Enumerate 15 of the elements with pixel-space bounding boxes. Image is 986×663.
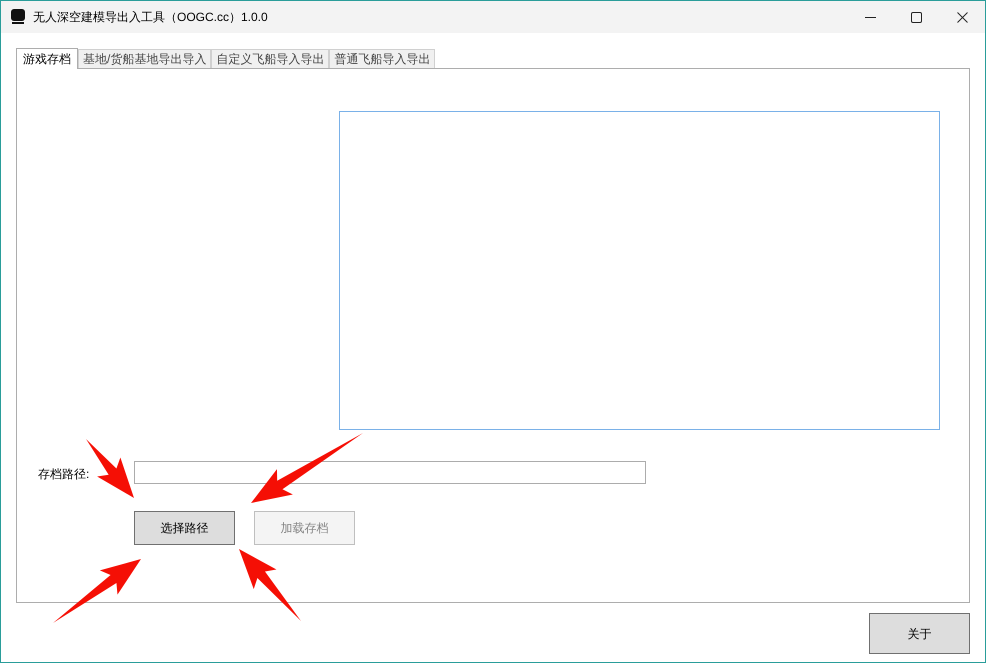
pointer-arrow bbox=[86, 439, 134, 498]
tab[interactable]: 普通飞船导入导出 bbox=[329, 49, 436, 68]
maximize-icon bbox=[910, 12, 922, 22]
tab[interactable]: 自定义飞船导入导出 bbox=[211, 49, 330, 68]
app-logo-icon bbox=[11, 9, 25, 25]
window-title: 无人深空建模导出入工具（OOGC.cc）1.0.0 bbox=[33, 9, 268, 26]
minimize-icon bbox=[864, 16, 876, 18]
tab[interactable]: 基地/货船基地导出导入 bbox=[78, 49, 212, 68]
close-icon bbox=[956, 12, 968, 22]
about-button[interactable]: 关于 bbox=[869, 613, 970, 654]
choose-path-button[interactable]: 选择路径 bbox=[134, 511, 235, 545]
save-path-field[interactable] bbox=[134, 461, 646, 484]
save-path-label: 存档路径: bbox=[38, 466, 90, 483]
tab[interactable]: 游戏存档 bbox=[16, 48, 78, 69]
pointer-arrow bbox=[239, 549, 301, 621]
